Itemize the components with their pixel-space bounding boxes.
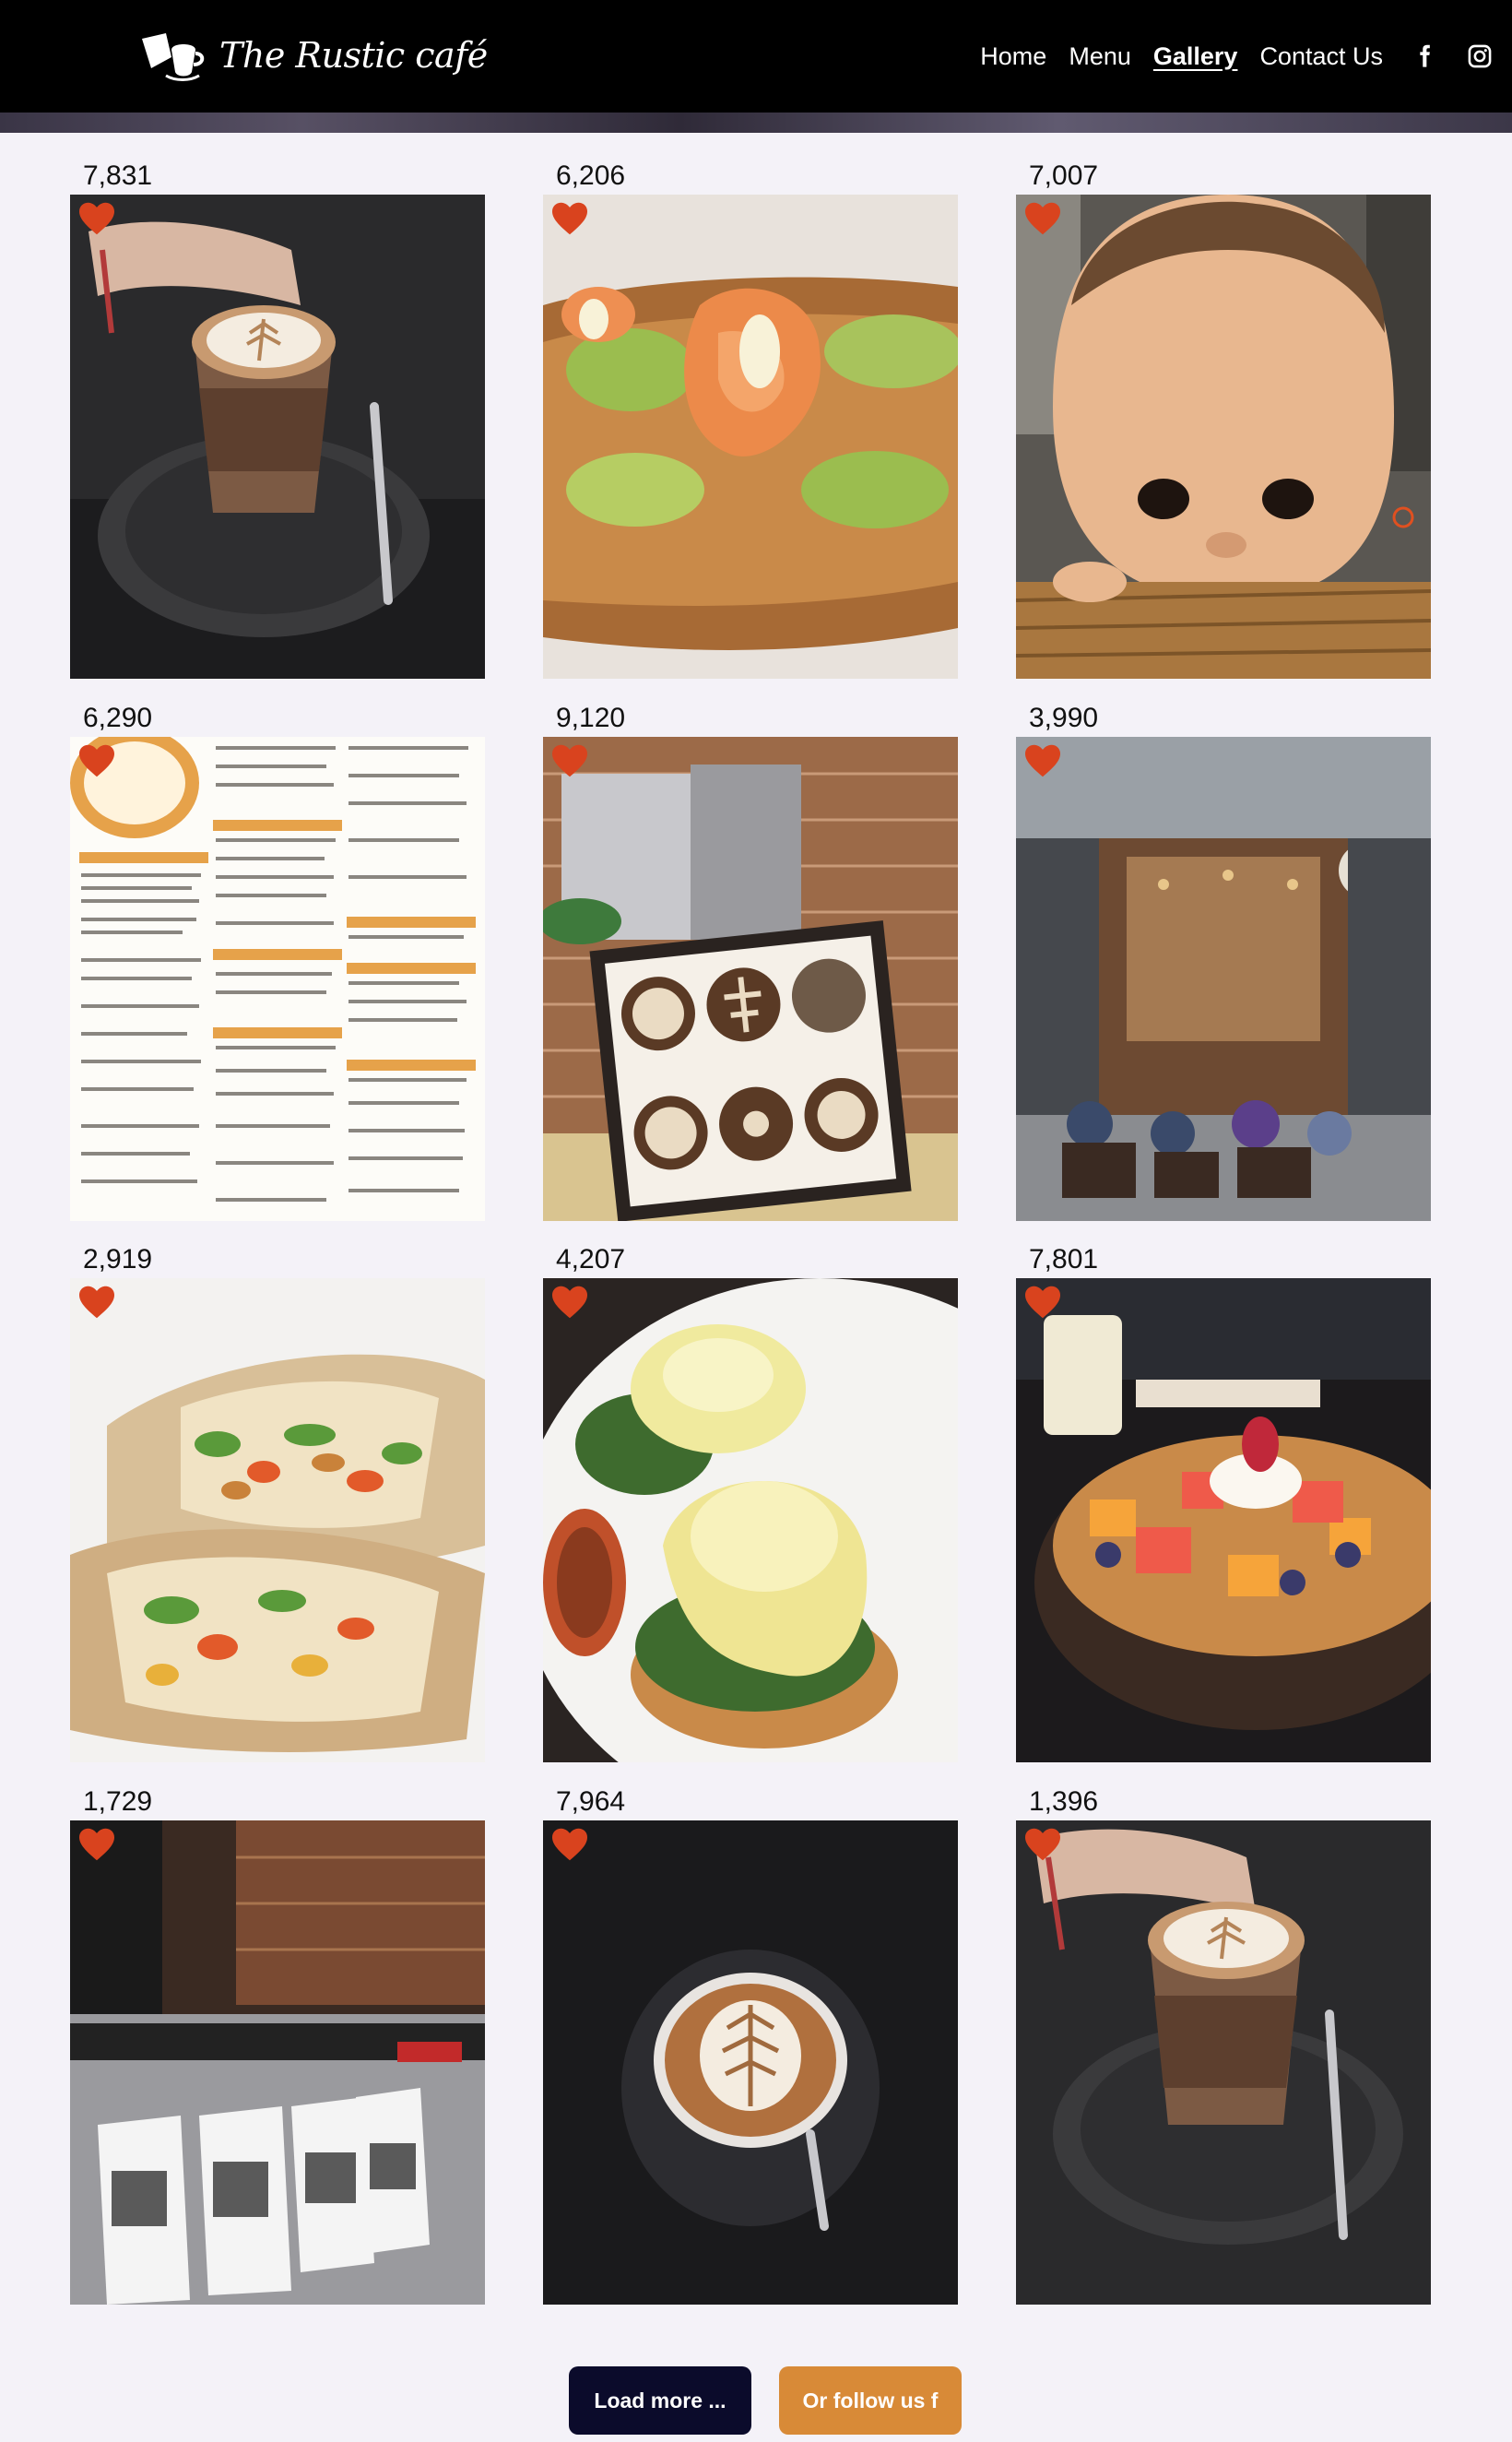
- gallery-item[interactable]: 7,007: [1016, 162, 1431, 704]
- heart-icon[interactable]: [550, 201, 589, 236]
- load-more-button[interactable]: Load more ...: [569, 2366, 751, 2435]
- like-count: 4,207: [556, 1244, 626, 1274]
- logo-text: The Rustic café: [219, 35, 488, 76]
- gallery-photo-latte-glass-2[interactable]: [1016, 1820, 1431, 2305]
- heart-icon[interactable]: [550, 1827, 589, 1862]
- hero-strip: [0, 113, 1512, 133]
- like-count: 1,729: [83, 1786, 153, 1817]
- gallery-item[interactable]: 1,729: [70, 1788, 485, 2329]
- facebook-icon[interactable]: [1411, 42, 1438, 70]
- gallery-item[interactable]: 4,207: [543, 1246, 958, 1787]
- gallery-photo-latte-frame[interactable]: [543, 737, 958, 1221]
- gallery-photo-menu[interactable]: [70, 737, 485, 1221]
- nav-links: Home Menu Gallery Contact Us: [958, 33, 1512, 79]
- follow-us-button[interactable]: Or follow us f: [779, 2366, 962, 2435]
- gallery-photo-latte-glass[interactable]: [70, 195, 485, 679]
- like-count: 7,831: [83, 160, 153, 191]
- gallery-item[interactable]: 1,396: [1016, 1788, 1431, 2329]
- gallery-photo-latte-top[interactable]: [543, 1820, 958, 2305]
- heart-icon[interactable]: [77, 1827, 116, 1862]
- gallery-item[interactable]: 6,290: [70, 705, 485, 1246]
- gallery-photo-salmon-toast[interactable]: [543, 195, 958, 679]
- heart-icon[interactable]: [1023, 743, 1062, 778]
- heart-icon[interactable]: [77, 1285, 116, 1320]
- gallery-photo-coffee-bags[interactable]: [70, 1820, 485, 2305]
- like-count: 7,007: [1029, 160, 1099, 191]
- gallery-item[interactable]: 7,964: [543, 1788, 958, 2329]
- like-count: 9,120: [556, 703, 626, 733]
- site-logo[interactable]: The Rustic café: [138, 28, 488, 83]
- gallery-photo-eggs-benedict[interactable]: [543, 1278, 958, 1762]
- gallery-item[interactable]: 9,120: [543, 705, 958, 1246]
- nav-link-home[interactable]: Home: [980, 42, 1046, 71]
- gallery-item[interactable]: 7,831: [70, 162, 485, 704]
- gallery-photo-baby[interactable]: [1016, 195, 1431, 679]
- gallery-photo-fruit-bowl[interactable]: [1016, 1278, 1431, 1762]
- heart-icon[interactable]: [1023, 1827, 1062, 1862]
- gallery-item[interactable]: 7,801: [1016, 1246, 1431, 1787]
- gallery-item[interactable]: 6,206: [543, 162, 958, 704]
- like-count: 3,990: [1029, 703, 1099, 733]
- coffee-logo-icon: [142, 33, 205, 81]
- heart-icon[interactable]: [77, 743, 116, 778]
- gallery-item[interactable]: 3,990: [1016, 705, 1431, 1246]
- instagram-icon[interactable]: [1466, 42, 1494, 70]
- gallery-grid: 7,831 6,206 7,007 6,290 9,120 3,990 2,91…: [0, 0, 1512, 2442]
- heart-icon[interactable]: [1023, 201, 1062, 236]
- like-count: 7,801: [1029, 1244, 1099, 1274]
- gallery-photo-wrap[interactable]: [70, 1278, 485, 1762]
- like-count: 7,964: [556, 1786, 626, 1817]
- gallery-photo-storefront[interactable]: [1016, 737, 1431, 1221]
- heart-icon[interactable]: [550, 743, 589, 778]
- nav-link-menu[interactable]: Menu: [1069, 42, 1131, 71]
- heart-icon[interactable]: [1023, 1285, 1062, 1320]
- heart-icon[interactable]: [550, 1285, 589, 1320]
- like-count: 2,919: [83, 1244, 153, 1274]
- nav-link-gallery[interactable]: Gallery: [1153, 42, 1238, 71]
- gallery-item[interactable]: 2,919: [70, 1246, 485, 1787]
- like-count: 1,396: [1029, 1786, 1099, 1817]
- nav-link-contact[interactable]: Contact Us: [1259, 42, 1383, 71]
- heart-icon[interactable]: [77, 201, 116, 236]
- like-count: 6,290: [83, 703, 153, 733]
- top-navbar: The Rustic café Home Menu Gallery Contac…: [0, 0, 1512, 113]
- like-count: 6,206: [556, 160, 626, 191]
